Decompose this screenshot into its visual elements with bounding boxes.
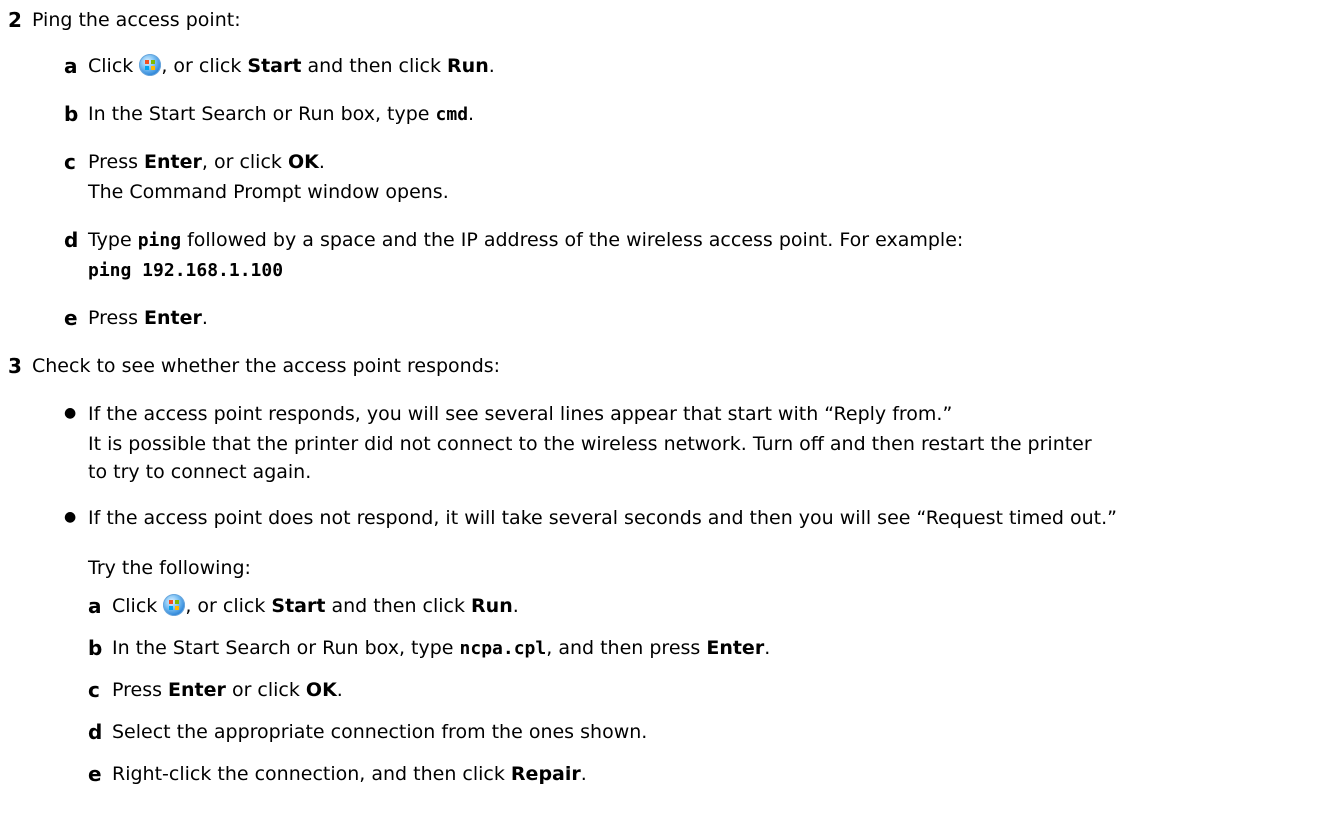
substep-letter: d [64, 228, 79, 252]
step-number: 2 [8, 8, 22, 32]
bullet-icon: ● [64, 405, 77, 421]
substep-letter: a [64, 54, 78, 78]
substep-c-text: Press Enter, or click OK. [88, 151, 325, 173]
substep-d-text: Type ping followed by a space and the IP… [88, 229, 964, 251]
substep-letter: d [88, 720, 103, 744]
substep-b-text: In the Start Search or Run box, type ncp… [112, 637, 771, 659]
substep-e-text: Right-click the connection, and then cli… [112, 763, 587, 785]
substep-letter: e [88, 762, 102, 786]
step-title: Ping the access point: [32, 9, 241, 31]
bullet1-line2: It is possible that the printer did not … [88, 433, 1092, 455]
substep-letter: a [88, 594, 102, 618]
step-title: Check to see whether the access point re… [32, 355, 501, 377]
substep-e-text: Press Enter. [88, 307, 208, 329]
bullet2-line1: If the access point does not respond, it… [88, 507, 1117, 529]
try-following: Try the following: [88, 557, 251, 579]
windows-start-orb-icon [139, 54, 162, 76]
substep-c-note: The Command Prompt window opens. [88, 181, 449, 203]
ping-example: ping 192.168.1.100 [88, 260, 284, 281]
bullet1-line1: If the access point responds, you will s… [88, 403, 953, 425]
substep-letter: c [64, 150, 76, 174]
substep-letter: b [64, 102, 79, 126]
substep-letter: e [64, 306, 78, 330]
substep-letter: b [88, 636, 103, 660]
bullet1-line3: to try to connect again. [88, 461, 312, 483]
windows-start-orb-icon [163, 594, 186, 616]
substep-letter: c [88, 678, 100, 702]
substep-b-text: In the Start Search or Run box, type cmd… [88, 103, 475, 125]
substep-a-text: Click , or click Start and then click Ru… [112, 594, 519, 617]
substep-d-text: Select the appropriate connection from t… [112, 721, 648, 743]
step-number: 3 [8, 354, 22, 378]
bullet-icon: ● [64, 509, 77, 525]
substep-c-text: Press Enter or click OK. [112, 679, 343, 701]
substep-a-text: Click , or click Start and then click Ru… [88, 54, 495, 77]
